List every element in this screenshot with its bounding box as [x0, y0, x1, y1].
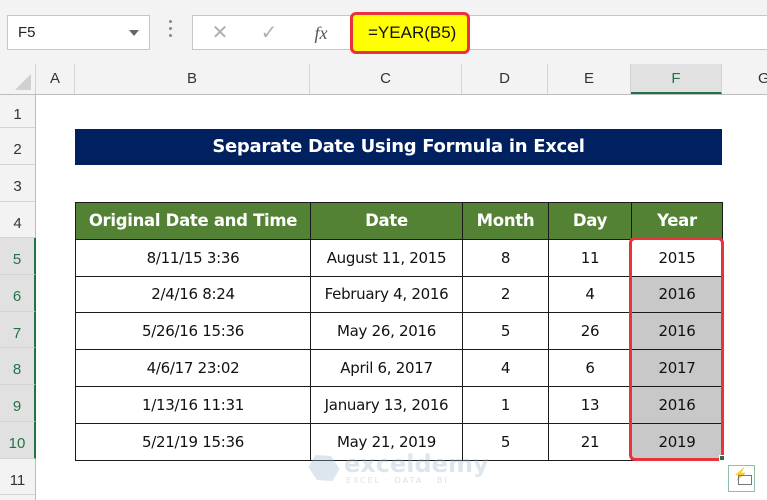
row-header-4[interactable]: 4: [0, 202, 35, 238]
watermark-name: exceldemy: [344, 450, 489, 478]
column-header-e[interactable]: E: [548, 64, 631, 94]
row-header-10[interactable]: 10: [0, 422, 36, 459]
table-header-row: Original Date and Time Date Month Day Ye…: [75, 202, 723, 240]
row-header-1[interactable]: 1: [0, 95, 35, 128]
cell-month[interactable]: 4: [462, 349, 549, 387]
header-year[interactable]: Year: [631, 202, 723, 240]
cell-date[interactable]: May 26, 2016: [310, 312, 463, 351]
row-header-7[interactable]: 7: [0, 312, 36, 348]
row-header-3[interactable]: 3: [0, 165, 35, 202]
column-headers: A B C D E F G: [0, 64, 767, 95]
cell-year[interactable]: 2016: [631, 275, 723, 314]
column-header-d[interactable]: D: [462, 64, 548, 94]
cell-date[interactable]: January 13, 2016: [310, 385, 463, 424]
row-header-2[interactable]: 2: [0, 128, 35, 165]
row-header-9[interactable]: 9: [0, 385, 36, 422]
sheet-title[interactable]: Separate Date Using Formula in Excel: [75, 129, 722, 165]
cell-original[interactable]: 5/26/16 15:36: [75, 312, 311, 351]
cell-original[interactable]: 5/21/19 15:36: [75, 422, 311, 461]
data-table: Original Date and Time Date Month Day Ye…: [75, 202, 723, 461]
cell-day[interactable]: 11: [548, 238, 632, 277]
header-day[interactable]: Day: [548, 202, 632, 240]
column-header-b[interactable]: B: [75, 64, 310, 94]
formula-input[interactable]: =YEAR(B5): [350, 12, 470, 54]
row-headers: 1 2 3 4 5 6 7 8 9 10 11: [0, 95, 36, 500]
cell-year[interactable]: 2017: [631, 349, 723, 387]
table-row: 4/6/17 23:02 April 6, 2017 4 6 2017: [75, 349, 723, 387]
fill-handle[interactable]: [719, 455, 725, 461]
cell-day[interactable]: 21: [548, 422, 632, 461]
header-date[interactable]: Date: [310, 202, 463, 240]
row-header-6[interactable]: 6: [0, 275, 36, 312]
chevron-down-icon[interactable]: [129, 30, 139, 36]
formula-text: =YEAR(B5): [368, 23, 457, 42]
table-row: 1/13/16 11:31 January 13, 2016 1 13 2016: [75, 385, 723, 424]
cell-month[interactable]: 2: [462, 275, 549, 314]
insert-function-icon[interactable]: fx: [308, 20, 334, 46]
cell-original[interactable]: 4/6/17 23:02: [75, 349, 311, 387]
row-header-5[interactable]: 5: [0, 238, 36, 275]
cell-original[interactable]: 2/4/16 8:24: [75, 275, 311, 314]
cell-day[interactable]: 6: [548, 349, 632, 387]
table-row: 2/4/16 8:24 February 4, 2016 2 4 2016: [75, 275, 723, 314]
formula-input-area[interactable]: ✕ ✓ fx =YEAR(B5): [192, 12, 767, 54]
cell-original[interactable]: 8/11/15 3:36: [75, 238, 311, 277]
table-row: 5/26/16 15:36 May 26, 2016 5 26 2016: [75, 312, 723, 351]
cell-date[interactable]: April 6, 2017: [310, 349, 463, 387]
cell-year[interactable]: 2019: [631, 422, 723, 461]
quick-analysis-button[interactable]: ⚡: [728, 465, 755, 492]
column-header-f[interactable]: F: [631, 64, 722, 94]
column-header-a[interactable]: A: [36, 64, 75, 94]
cell-month[interactable]: 1: [462, 385, 549, 424]
column-header-g[interactable]: G: [722, 64, 767, 94]
name-box-value: F5: [18, 24, 36, 41]
cell-date[interactable]: August 11, 2015: [310, 238, 463, 277]
watermark-tagline: EXCEL · DATA · BI: [346, 476, 449, 485]
cell-day[interactable]: 4: [548, 275, 632, 314]
cell-month[interactable]: 5: [462, 312, 549, 351]
header-month[interactable]: Month: [462, 202, 549, 240]
header-original-date-time[interactable]: Original Date and Time: [75, 202, 311, 240]
name-box[interactable]: F5: [7, 15, 150, 50]
cell-original[interactable]: 1/13/16 11:31: [75, 385, 311, 424]
cell-day[interactable]: 26: [548, 312, 632, 351]
cell-day[interactable]: 13: [548, 385, 632, 424]
cell-year-active[interactable]: 2015: [631, 238, 723, 277]
formula-bar: F5 ✕ ✓ fx =YEAR(B5): [0, 0, 767, 64]
cell-year[interactable]: 2016: [631, 312, 723, 351]
column-header-c[interactable]: C: [310, 64, 462, 94]
table-icon: [738, 475, 752, 485]
table-row: 8/11/15 3:36 August 11, 2015 8 11 2015: [75, 238, 723, 277]
enter-icon[interactable]: ✓: [256, 20, 282, 46]
cancel-icon[interactable]: ✕: [207, 20, 233, 46]
row-header-8[interactable]: 8: [0, 348, 36, 385]
select-all-button[interactable]: [0, 64, 36, 94]
row-header-11[interactable]: 11: [0, 459, 35, 495]
cell-year[interactable]: 2016: [631, 385, 723, 424]
cell-date[interactable]: February 4, 2016: [310, 275, 463, 314]
formula-bar-resize-handle[interactable]: [169, 20, 173, 42]
cell-month[interactable]: 8: [462, 238, 549, 277]
